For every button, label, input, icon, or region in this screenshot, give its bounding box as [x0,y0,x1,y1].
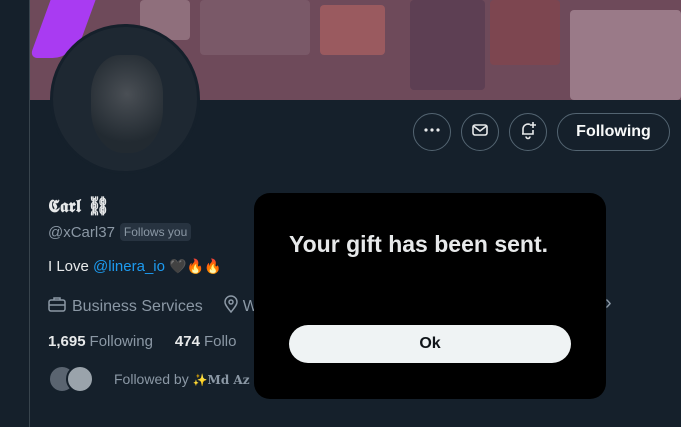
followed-by-text: Followed by ✨Md Az [114,371,250,387]
followed-by-row[interactable]: Followed by ✨Md Az [48,365,250,393]
location: W [223,295,258,318]
chevron-right-icon[interactable]: › [605,292,612,315]
message-button[interactable] [461,113,499,151]
followers-count: 474 [174,333,200,350]
followers-stat[interactable]: 474 Follo [175,333,237,350]
followed-by-name: ✨Md Az [192,373,250,387]
bio-emojis: 🖤🔥🔥 [169,258,222,274]
envelope-icon [471,121,489,144]
dialog-message: Your gift has been sent. [289,231,548,257]
bio-mention-link[interactable]: @linera_io [93,258,165,275]
gift-sent-dialog: Your gift has been sent. Ok [254,193,606,399]
followed-by-label: Followed by [114,371,193,387]
profile-bio: I Love @linera_io 🖤🔥🔥 [48,258,221,275]
profile-category: Business Services [72,297,203,315]
following-button[interactable]: Following [557,113,670,151]
avatar [66,365,94,393]
following-count: 1,695 [48,333,86,350]
bio-text: I Love [48,258,94,275]
profile-name: 𝕮𝖆𝖗𝖑 ⛓ [48,196,111,217]
more-dots-icon [423,121,441,144]
following-stat[interactable]: 1,695 Following [48,333,153,350]
handle-row: @xCarl37 Follows you [48,223,192,241]
bell-plus-icon [518,120,538,145]
follow-stats: 1,695 Following 474 Follo [48,333,236,350]
avatar-face-image [91,55,163,153]
profile-avatar[interactable] [50,24,200,174]
more-button[interactable] [413,113,451,151]
profile-handle: @xCarl37 [48,223,115,241]
profile-meta: Business Services W [48,295,258,318]
notify-button[interactable] [509,113,547,151]
briefcase-icon [48,296,66,317]
ok-button[interactable]: Ok [289,325,571,363]
followers-label: Follo [203,333,237,350]
follows-you-badge: Follows you [119,223,192,241]
following-label: Following [89,333,153,350]
location-pin-icon [223,295,239,318]
